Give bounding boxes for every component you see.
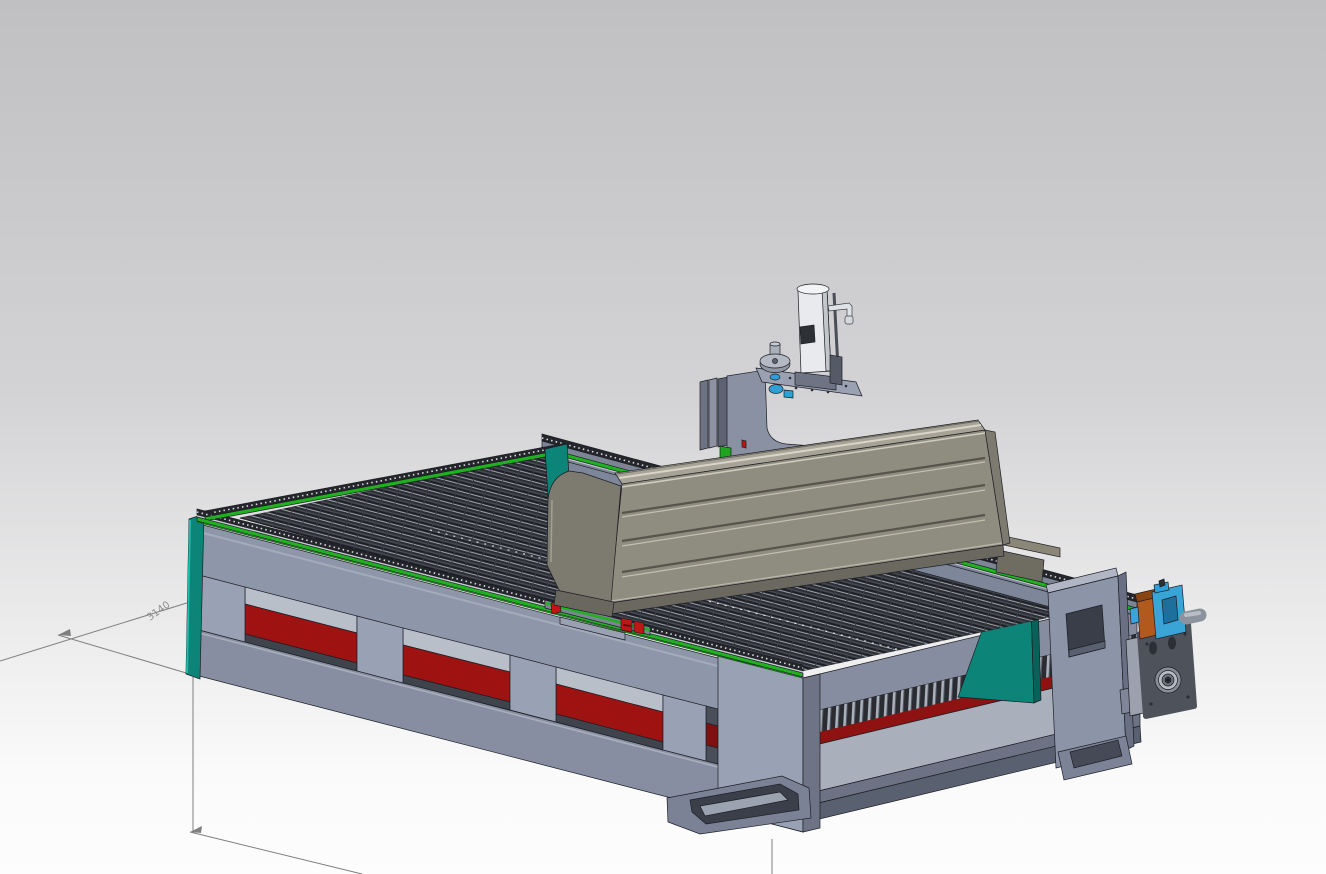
spindle-top-cap: [797, 284, 829, 294]
post-4: [663, 695, 706, 761]
gearbox-slot-2: [1168, 637, 1176, 650]
carriage-blue-block: [784, 390, 793, 398]
post-2: [357, 616, 403, 683]
pulley-blue-knob: [770, 374, 780, 380]
motor-shaft-highlight: [1186, 613, 1199, 615]
spindle-handle-hook: [845, 316, 853, 324]
cad-viewport[interactable]: 1160 3140: [0, 0, 1326, 874]
spindle-recess: [800, 325, 815, 344]
gantry-left-cap: [547, 471, 621, 602]
bearing-center: [1167, 679, 1169, 681]
post-3: [510, 655, 556, 722]
pulley-stem-top: [770, 342, 780, 346]
carriage-rail-plate-2: [709, 378, 717, 448]
gantry-cap-highlight: [551, 500, 552, 562]
carriage-rail-plate-1: [700, 380, 708, 450]
post-left-end: [199, 575, 245, 642]
carriage-blue-coupler: [769, 385, 783, 394]
pulley-center: [773, 359, 778, 364]
gearbox-slot-1: [1149, 642, 1157, 655]
spindle-side-bracket: [830, 355, 842, 385]
carriage-rail-plate-3: [718, 377, 728, 447]
carriage-red-tick: [742, 440, 746, 448]
